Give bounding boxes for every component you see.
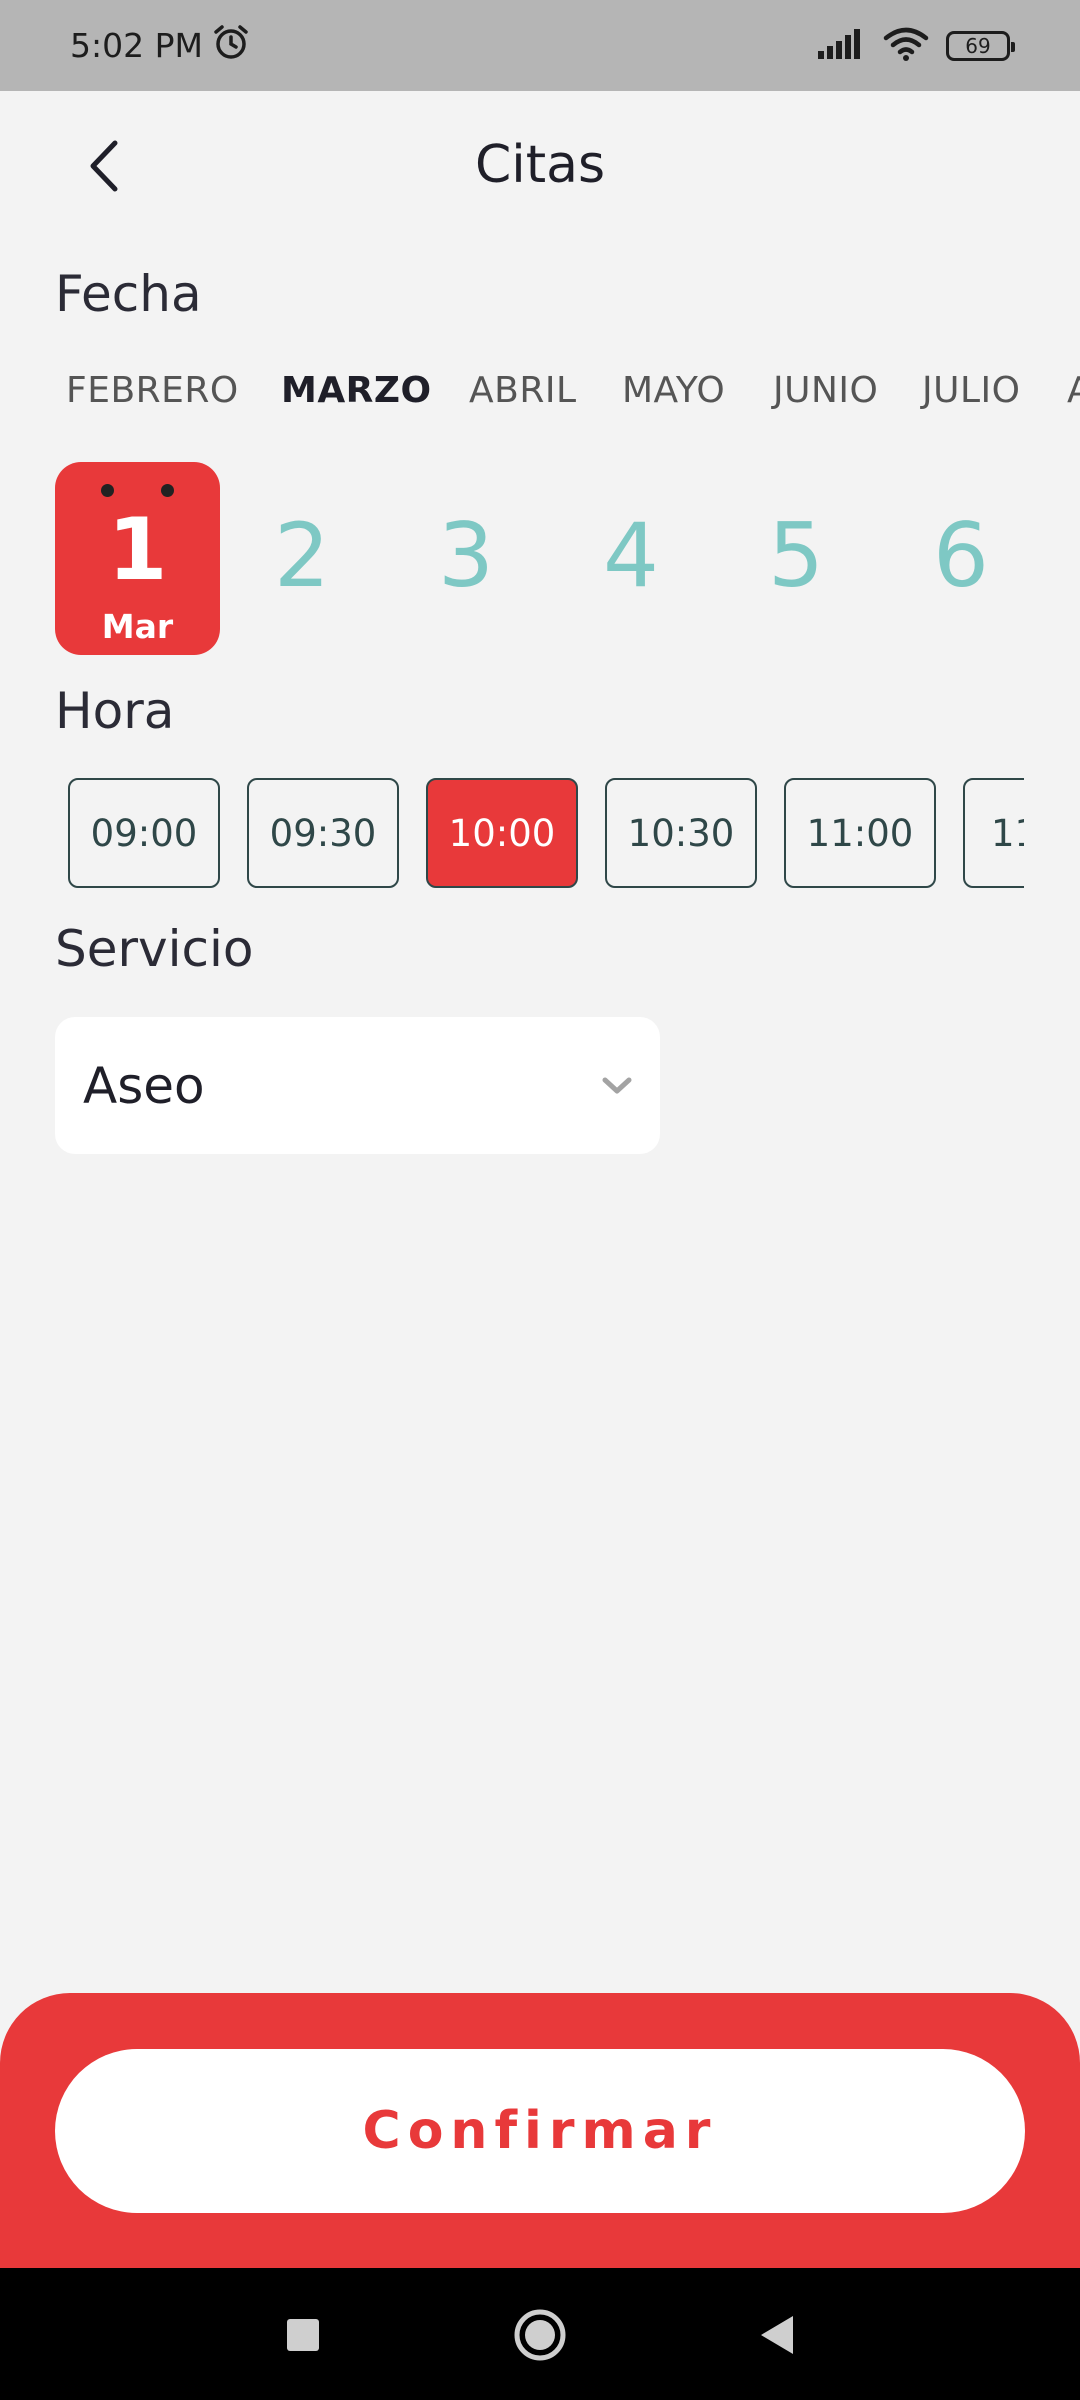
day-item[interactable]: 4	[576, 504, 686, 607]
month-tab-marzo[interactable]: MARZO	[281, 370, 432, 411]
month-tab-mayo[interactable]: MAYO	[622, 370, 725, 411]
page-title: Citas	[474, 135, 606, 195]
selected-day-month: Mar	[101, 607, 174, 646]
selected-day-number: 1	[107, 500, 168, 600]
status-bar: 5:02 PM 69	[0, 0, 1080, 91]
service-dropdown-value: Aseo	[83, 1056, 205, 1115]
chevron-down-icon	[602, 1077, 632, 1093]
signal-icon	[816, 27, 866, 65]
month-tab-febrero[interactable]: FEBRERO	[66, 370, 239, 411]
calendar-ring-dot	[161, 484, 174, 497]
back-nav-button[interactable]	[749, 2308, 803, 2362]
status-left: 5:02 PM	[70, 22, 251, 70]
battery-level: 69	[965, 33, 991, 58]
time-slot-partial[interactable]: 11	[963, 778, 1024, 888]
battery-icon: 69	[946, 30, 1015, 61]
wifi-icon	[882, 26, 930, 66]
month-tab-partial[interactable]: A	[1067, 370, 1080, 411]
date-section-label: Fecha	[55, 265, 202, 323]
calendar-ring-dot	[101, 484, 114, 497]
month-tab-abril[interactable]: ABRIL	[469, 370, 577, 411]
service-section-label: Servicio	[55, 920, 254, 978]
month-tab-junio[interactable]: JUNIO	[773, 370, 878, 411]
header: Citas	[0, 91, 1080, 241]
time-slot-selected[interactable]: 10:00	[426, 778, 578, 888]
day-item-selected[interactable]: 1 Mar	[55, 462, 220, 655]
system-nav-bar	[0, 2268, 1080, 2400]
circle-icon	[514, 2309, 566, 2361]
alarm-icon	[211, 22, 251, 70]
bottom-panel: Confirmar	[0, 1993, 1080, 2268]
month-selector: FEBRERO MARZO ABRIL MAYO JUNIO JULIO A	[0, 370, 1080, 430]
day-item[interactable]: 6	[906, 504, 1016, 607]
status-time: 5:02 PM	[70, 26, 203, 65]
day-selector: 1 Mar 2 3 4 5 6	[0, 462, 1080, 657]
time-slot[interactable]: 09:00	[68, 778, 220, 888]
day-item[interactable]: 3	[411, 504, 521, 607]
time-section-label: Hora	[55, 682, 175, 740]
day-item[interactable]: 5	[741, 504, 851, 607]
home-button[interactable]	[513, 2308, 567, 2362]
recent-apps-button[interactable]	[276, 2308, 330, 2362]
time-slot[interactable]: 10:30	[605, 778, 757, 888]
time-slot[interactable]: 09:30	[247, 778, 399, 888]
month-tab-julio[interactable]: JULIO	[922, 370, 1020, 411]
day-item[interactable]: 2	[247, 504, 357, 607]
time-slot[interactable]: 11:00	[784, 778, 936, 888]
triangle-back-icon	[761, 2316, 793, 2354]
square-icon	[287, 2319, 319, 2351]
service-dropdown[interactable]: Aseo	[55, 1017, 660, 1154]
time-slot-list: 09:00 09:30 10:00 10:30 11:00 11	[68, 778, 1024, 888]
confirm-button[interactable]: Confirmar	[55, 2049, 1025, 2213]
status-right: 69	[816, 26, 1015, 66]
